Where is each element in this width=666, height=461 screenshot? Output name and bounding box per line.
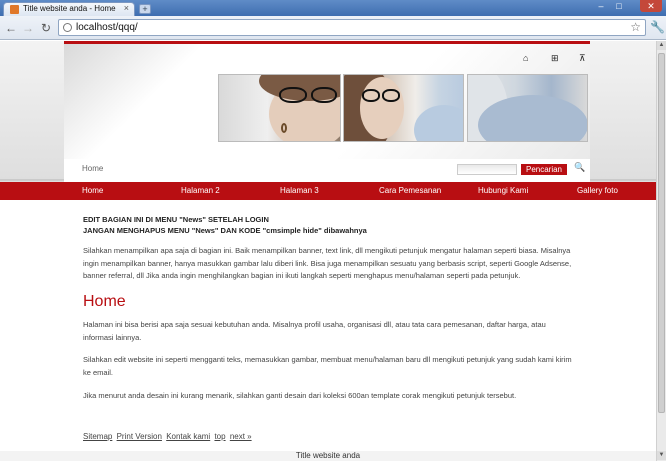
home-icon[interactable]: ⌂ [523,53,528,63]
body-paragraph-2: Silahkan edit website ini seperti mengga… [83,355,572,377]
tab-title: Title website anda - Home [23,4,116,13]
vertical-scrollbar[interactable]: ▲ ▼ [656,41,666,461]
sitemap-icon[interactable]: ⊞ [551,53,559,64]
browser-tab[interactable]: Title website anda - Home × [3,2,135,16]
tab-close-icon[interactable]: × [124,3,129,13]
close-window-button[interactable]: ✕ [640,0,662,12]
maximize-button[interactable]: □ [612,0,626,12]
subnav-home-link[interactable]: Home [82,164,103,173]
print-icon[interactable]: ⊼ [579,53,586,64]
footer-links: Sitemap Print Version Kontak kami top ne… [83,432,254,441]
favicon-icon [10,5,19,14]
scroll-down-icon[interactable]: ▼ [657,451,666,460]
search-button[interactable]: Pencarian [521,164,567,175]
url-text[interactable]: localhost/qqq/ [76,22,138,33]
browser-toolbar: ← → ↻ localhost/qqq/ ☆ 🔧 [0,16,666,40]
page-viewport: ⌂ ⊞ ⊼ Home Pencarian 🔍 Home Halaman 2 Ha… [0,41,656,461]
nav-item-home[interactable]: Home [82,186,103,195]
new-tab-button[interactable]: + [139,4,151,14]
sub-navigation: Home Pencarian 🔍 [64,159,590,181]
search-icon[interactable]: 🔍 [574,162,585,173]
nav-item-gallery-foto[interactable]: Gallery foto [577,186,618,195]
top-link[interactable]: top [214,432,225,441]
header-photo-2 [343,74,464,142]
site-header: ⌂ ⊞ ⊼ [64,44,590,159]
reload-button[interactable]: ↻ [38,20,54,36]
scroll-up-icon[interactable]: ▲ [657,41,666,50]
wrench-icon[interactable]: 🔧 [650,20,665,34]
body-paragraph-3: Jika menurut anda desain ini kurang mena… [83,391,517,400]
address-bar[interactable]: localhost/qqq/ ☆ [58,19,646,36]
notice-line-2: JANGAN MENGHAPUS MENU "News" DAN KODE "c… [83,226,367,235]
minimize-button[interactable]: – [594,0,608,12]
nav-item-hubungi-kami[interactable]: Hubungi Kami [478,186,528,195]
header-photo-3 [467,74,588,142]
sitemap-link[interactable]: Sitemap [83,432,112,441]
body-paragraph-1: Halaman ini bisa berisi apa saja sesuai … [83,320,546,342]
main-navigation: Home Halaman 2 Halaman 3 Cara Pemesanan … [0,182,656,200]
notice-line-1: EDIT BAGIAN INI DI MENU "News" SETELAH L… [83,215,269,224]
page-title: Home [83,293,126,310]
forward-button[interactable]: → [20,20,36,36]
footer-site-title: Title website anda [0,451,656,461]
nav-item-halaman-3[interactable]: Halaman 3 [280,186,319,195]
notice-block: EDIT BAGIAN INI DI MENU "News" SETELAH L… [83,215,573,235]
next-link[interactable]: next » [230,432,252,441]
print-version-link[interactable]: Print Version [117,432,162,441]
page-icon [63,23,72,32]
intro-paragraph: Silahkan menampilkan apa saja di bagian … [83,246,572,280]
header-photo-1 [218,74,341,142]
nav-item-cara-pemesanan[interactable]: Cara Pemesanan [379,186,441,195]
kontak-kami-link[interactable]: Kontak kami [166,432,210,441]
nav-item-halaman-2[interactable]: Halaman 2 [181,186,220,195]
search-input[interactable] [457,164,517,175]
bookmark-star-icon[interactable]: ☆ [630,20,641,34]
browser-titlebar: Title website anda - Home × + – □ ✕ [0,0,666,16]
scroll-thumb[interactable] [658,53,665,413]
back-button[interactable]: ← [3,20,19,36]
